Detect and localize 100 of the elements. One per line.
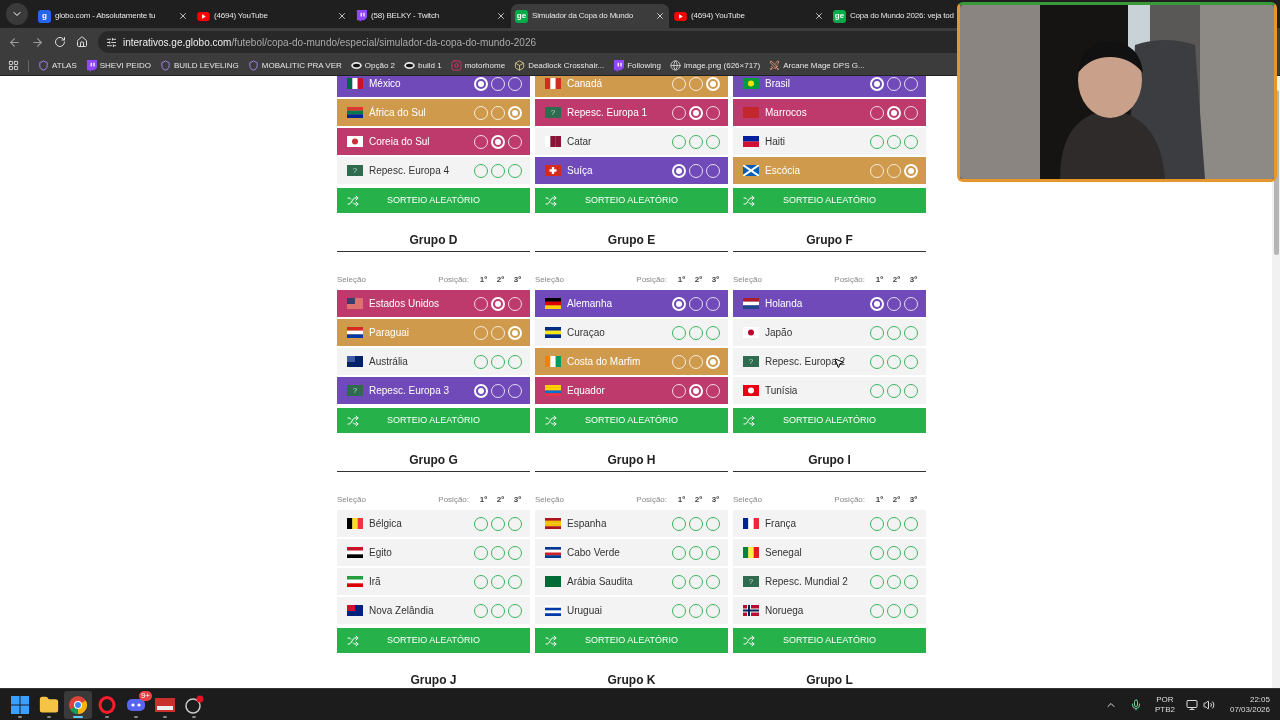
flag-icon xyxy=(347,547,363,558)
placeholder-flag-icon: ? xyxy=(743,356,759,367)
taskbar-app[interactable] xyxy=(64,690,92,719)
column-label: 3º xyxy=(908,274,919,286)
team-name: Nova Zelândia xyxy=(369,604,435,618)
monitor-icon[interactable] xyxy=(1185,698,1198,711)
close-icon[interactable] xyxy=(496,11,506,21)
windows-icon xyxy=(11,695,29,714)
site-icon: ge xyxy=(515,9,528,23)
team-name: Espanha xyxy=(567,517,608,531)
flag-icon xyxy=(545,165,561,176)
swords-icon xyxy=(769,60,781,71)
home-icon[interactable] xyxy=(76,36,88,48)
team-name: Cabo Verde xyxy=(567,546,621,560)
bookmark[interactable]: image.png (626×717) xyxy=(669,59,761,72)
team-name: Escócia xyxy=(765,164,801,178)
bookmark[interactable]: Deadlock Crosshair... xyxy=(514,59,605,72)
tab-list-button[interactable] xyxy=(6,3,28,25)
close-icon[interactable] xyxy=(814,11,824,21)
team-name: Egito xyxy=(369,546,393,560)
back-icon[interactable] xyxy=(8,35,21,49)
team-name: Repesc. Europa 1 xyxy=(567,106,649,120)
team-name: Curaçao xyxy=(567,326,606,340)
team-name: Brasil xyxy=(765,77,791,91)
shield-icon xyxy=(247,60,259,71)
blob-icon xyxy=(404,62,416,69)
team-name: Uruguai xyxy=(567,604,604,618)
team-name: França xyxy=(765,517,798,531)
bookmark[interactable]: motorhome xyxy=(450,59,506,72)
close-icon[interactable] xyxy=(655,11,665,21)
url-host: interativos.ge.globo.com xyxy=(123,36,232,48)
language-indicator[interactable]: PTB2 xyxy=(1154,704,1175,715)
team-name: Estados Unidos xyxy=(369,297,441,311)
apps-icon[interactable] xyxy=(8,60,19,71)
team-name: Canadá xyxy=(567,77,604,91)
flag-icon xyxy=(347,605,363,616)
column-label: 2º xyxy=(891,274,902,286)
column-label: Seleção xyxy=(337,274,367,286)
notification-badge: 9+ xyxy=(138,690,152,701)
language-indicator[interactable]: POR xyxy=(1156,694,1174,705)
microphone-icon[interactable] xyxy=(1129,698,1142,711)
flag-icon xyxy=(347,518,363,529)
bookmark[interactable]: BUILD LEVELING xyxy=(159,59,239,72)
team-name: Equador xyxy=(567,384,606,398)
shuffle-icon xyxy=(347,634,359,647)
clock-date[interactable]: 07/03/2026 xyxy=(1229,704,1270,715)
placeholder-flag-icon: ? xyxy=(545,107,561,118)
bookmark[interactable]: MOBALITIC PRA VER xyxy=(247,59,342,72)
bookmark[interactable]: Arcane Mage DPS G... xyxy=(769,59,865,72)
column-label: 2º xyxy=(693,494,704,506)
tab-title: Simulador da Copa do Mundo xyxy=(532,10,635,22)
taskbar-app[interactable]: 9+ xyxy=(122,690,150,719)
column-label: 1º xyxy=(874,494,885,506)
bookmark[interactable]: Following xyxy=(613,59,661,72)
placeholder-flag-icon: ? xyxy=(743,576,759,587)
team-name: Paraguai xyxy=(369,326,411,340)
flag-icon xyxy=(347,298,363,309)
flag-icon xyxy=(545,547,561,558)
team-name: Noruega xyxy=(765,604,805,618)
forward-icon[interactable] xyxy=(31,35,44,49)
group-title: Grupo E xyxy=(535,228,728,252)
flag-icon xyxy=(743,165,759,176)
browser-tab[interactable]: (58) BELKY - Twitch xyxy=(352,4,510,28)
team-name: Alemanha xyxy=(567,297,614,311)
clock-time[interactable]: 22:05 xyxy=(1249,694,1270,705)
chat-bubble-icon xyxy=(356,10,367,22)
browser-tab[interactable]: ge Simulador da Copa do Mundo xyxy=(511,4,669,28)
browser-tab[interactable]: (4694) YouTube xyxy=(670,4,828,28)
team-name: Bélgica xyxy=(369,517,403,531)
flag-icon xyxy=(545,298,561,309)
bookmark[interactable]: Opção 2 xyxy=(350,59,396,72)
team-name: Japão xyxy=(765,326,794,340)
column-label: Posição: xyxy=(636,274,667,286)
flag-icon xyxy=(347,107,363,118)
chat-bubble-icon xyxy=(613,59,625,72)
column-label: 1º xyxy=(478,494,489,506)
close-icon[interactable] xyxy=(337,11,347,21)
reload-icon[interactable] xyxy=(54,36,66,48)
bookmark[interactable]: build 1 xyxy=(404,59,442,72)
flag-icon xyxy=(347,136,363,147)
bookmark[interactable]: ATLAS xyxy=(38,59,77,72)
team-name: Austrália xyxy=(369,355,409,369)
browser-tab[interactable]: (4694) YouTube xyxy=(193,4,351,28)
column-label: Seleção xyxy=(535,494,565,506)
shuffle-icon xyxy=(545,194,557,207)
speaker-icon[interactable] xyxy=(1202,698,1215,711)
flag-icon xyxy=(347,78,363,89)
bookmark[interactable]: SHEVI PEIDO xyxy=(85,59,151,72)
team-name: Haiti xyxy=(765,135,786,149)
column-label: 2º xyxy=(891,494,902,506)
placeholder-flag-icon: ? xyxy=(347,165,363,176)
close-icon[interactable] xyxy=(178,11,188,21)
site-icon: ge xyxy=(833,9,846,23)
column-label: Posição: xyxy=(438,274,469,286)
chat-bubble-icon xyxy=(85,59,97,72)
browser-tab[interactable]: g globo.com - Absolutamente tu xyxy=(34,4,192,28)
flag-icon xyxy=(743,385,759,396)
team-name: Marrocos xyxy=(765,106,808,120)
site-settings-icon[interactable] xyxy=(106,36,117,48)
column-label: 3º xyxy=(710,494,721,506)
